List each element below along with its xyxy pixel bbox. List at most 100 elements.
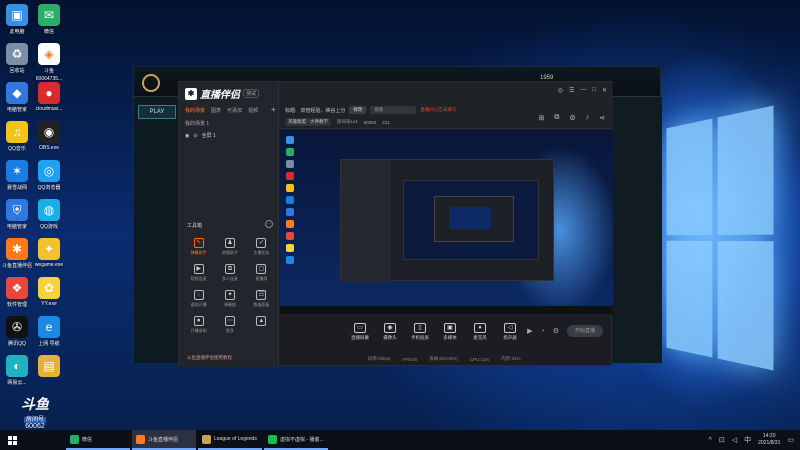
ime-icon[interactable]: 中: [744, 435, 751, 445]
notice-warning[interactable]: 直播间公告未填写: [420, 107, 456, 113]
volume-icon[interactable]: ◁: [732, 436, 737, 444]
notification-icon[interactable]: ▭: [787, 436, 794, 444]
desktop-icon-cloudmusic[interactable]: ● cloudmusi...: [26, 82, 72, 112]
share-icon[interactable]: ⋖: [599, 114, 605, 122]
tool-more[interactable]: ⋯ 更多: [214, 316, 245, 334]
desktop-icon-qqbrowser[interactable]: ◎ QQ浏览器: [26, 160, 72, 191]
control-camera[interactable]: ◉ 摄像头: [376, 323, 404, 341]
skin-icon[interactable]: ◎: [558, 87, 563, 94]
status-bar: 码率:0kbps FPS:60 丢帧:0(0.00%) CPU:11% 内存:31%: [280, 352, 613, 366]
network-icon[interactable]: ⊡: [719, 436, 725, 444]
controls-right: ▶ ◔ ⚙ 开始直播: [527, 325, 603, 337]
tool-danmaku[interactable]: ✎ 弹幕助手: [183, 238, 214, 256]
stream-preview[interactable]: [280, 130, 613, 314]
desktop-icon-label: QQ游戏: [40, 224, 58, 230]
tool-label: 数据面板: [253, 302, 270, 307]
layer-item[interactable]: ◉ ⊙ 全屏 1: [185, 132, 216, 140]
desktop-icon-folder[interactable]: ▤: [26, 355, 72, 379]
taskbar-app-browser[interactable]: 虚拟不虚拟 - 播客...: [264, 430, 328, 450]
maximize-icon[interactable]: □: [592, 87, 596, 94]
danmaku-icon: ✎: [193, 238, 204, 248]
start-button[interactable]: [0, 430, 24, 450]
tutorial-link[interactable]: 斗鱼直播伴侣使用教程: [187, 355, 232, 361]
menu-icon[interactable]: ☰: [569, 87, 574, 94]
brand-version-badge: 测试: [243, 89, 260, 98]
control-microphone[interactable]: ♦ 麦克风: [466, 323, 494, 341]
category-tag[interactable]: 英雄联盟 · 大神教学: [285, 118, 331, 126]
taskbar-app-lol[interactable]: League of Legends: [198, 430, 262, 450]
video-link-icon: ▶: [193, 264, 204, 274]
control-screen-share[interactable]: ▭ 直播屏幕: [346, 323, 374, 341]
user-icon: ♟: [224, 238, 235, 248]
desktop-icon-ie[interactable]: e 上网 导航: [26, 316, 72, 347]
taskbar: 微信 斗鱼直播伴侣 League of Legends 虚拟不虚拟 - 播客... ^…: [0, 430, 800, 450]
desktop-icon-douyu[interactable]: ◈ 斗鱼 60064735...: [26, 43, 72, 82]
bell-icon[interactable]: ♪: [586, 114, 590, 122]
tool-user[interactable]: ♟ 房管助手: [214, 238, 245, 256]
control-media[interactable]: ▣ 多媒体: [436, 323, 464, 341]
lol-icon: [202, 434, 211, 444]
netease-icon: ◐: [6, 355, 28, 377]
tab-video[interactable]: 视频: [248, 107, 258, 114]
danmaku-display-icon: ✦: [224, 290, 235, 300]
virtual-icon: ◌: [193, 290, 204, 300]
desktop-icon-label: YY.exe: [41, 301, 57, 307]
taskbar-app-douyu-companion[interactable]: 斗鱼直播伴侣: [132, 430, 196, 450]
windows-logo-wallpaper: [666, 105, 774, 371]
stats-icon[interactable]: ◔: [540, 328, 544, 335]
viewers-count: 211: [382, 119, 390, 125]
minimize-icon[interactable]: —: [580, 87, 586, 94]
tool-virtual[interactable]: ◌ 虚拟开播: [183, 290, 214, 308]
tool-label: 直播屏: [255, 276, 268, 281]
task-icon: ✓: [256, 238, 267, 248]
control-phone-cast[interactable]: ▯ 手机投屏: [406, 323, 434, 341]
record-video-icon[interactable]: ▶: [527, 327, 532, 335]
status-item: FPS:60: [402, 356, 418, 362]
clock[interactable]: 14:20 2021/8/31: [758, 433, 780, 447]
toolbox-title: 工具箱: [187, 223, 203, 229]
tool-video-link[interactable]: ▶ 视频连麦: [183, 264, 214, 282]
eye-icon[interactable]: ◉: [185, 133, 189, 139]
edit-title-button[interactable]: 修改: [349, 106, 367, 114]
desktop-icon-wechat[interactable]: ✉ 微信: [26, 4, 72, 35]
tool-data-panel[interactable]: ☷ 数据面板: [246, 290, 277, 308]
gift-icon[interactable]: ⊞: [538, 114, 544, 122]
tab-chart[interactable]: 图表: [211, 107, 221, 114]
tool-label: 更多: [225, 328, 234, 333]
tool-multi-link[interactable]: ⧉ 多人连麦: [214, 264, 245, 282]
qq-icon: ✇: [6, 316, 28, 338]
add-scene-icon[interactable]: +: [271, 105, 276, 114]
search-input[interactable]: 搜索: [370, 106, 417, 114]
taskbar-app-label: 虚拟不虚拟 - 播客...: [280, 436, 324, 443]
tool-triangle[interactable]: ▲: [246, 316, 277, 334]
tool-task[interactable]: ✓ 主播任务: [246, 238, 277, 256]
tool-label: 视频连麦: [190, 276, 207, 281]
tool-record[interactable]: ⏺ 开播录制: [183, 316, 214, 334]
tool-danmaku-display[interactable]: ✦ 弹幕姬: [214, 290, 245, 308]
chevron-up-icon[interactable]: ^: [709, 437, 712, 444]
toolbox-more-icon[interactable]: ⋯: [265, 220, 273, 228]
toolbox-grid: ✎ 弹幕助手 ♟ 房管助手 ✓ 主播任务 ▶ 视频连麦 ⧉ 多人连麦 ▢ 直播屏 ◌ 虚拟开播 ✦ 弹幕姬 ☷ 数…: [183, 238, 277, 334]
tool-screen[interactable]: ▢ 直播屏: [246, 264, 277, 282]
media-icon: ▣: [444, 323, 456, 333]
control-speaker[interactable]: ◁ 扬声器: [496, 323, 524, 341]
taskbar-app-wechat[interactable]: 微信: [66, 430, 130, 450]
tool-label: 主播任务: [253, 250, 270, 255]
close-icon[interactable]: ✕: [602, 87, 607, 94]
system-tray: ^ ⊡ ◁ 中 14:20 2021/8/31 ▭: [709, 430, 794, 450]
play-button[interactable]: PLAY: [138, 105, 176, 119]
gear-icon[interactable]: ⚙: [553, 327, 559, 335]
lock-icon[interactable]: ⊙: [193, 133, 197, 139]
tab-addable[interactable]: 可添加: [227, 107, 242, 114]
desktop-icon-obs[interactable]: ◉ OBS.exe: [26, 121, 72, 151]
desktop-icon-qqgame[interactable]: ◍ QQ游戏: [26, 199, 72, 230]
desktop-icon-yy[interactable]: ✿ YY.exe: [26, 277, 72, 307]
douyu-icon: ◈: [38, 43, 60, 65]
share-screen-icon[interactable]: ⧉: [554, 114, 559, 122]
tab-my-scene[interactable]: 我的场景: [185, 107, 205, 114]
desktop-icon-wegame[interactable]: ✦ wegame.exe: [26, 238, 72, 268]
desktop-icon-label: 微信: [43, 29, 54, 35]
scene-item[interactable]: 我的场景 1: [185, 120, 209, 127]
settings-icon[interactable]: ⚙: [569, 114, 575, 122]
start-stream-button[interactable]: 开始直播: [567, 325, 603, 337]
